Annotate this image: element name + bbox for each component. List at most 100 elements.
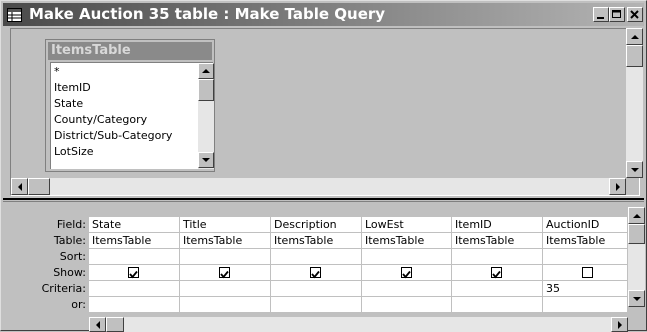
show-checkbox[interactable]	[219, 267, 230, 279]
window-title: Make Auction 35 table : Make Table Query	[29, 5, 386, 23]
grid-hscroll[interactable]	[89, 317, 628, 332]
checkmark-icon	[129, 270, 138, 279]
show-cell[interactable]	[271, 265, 362, 281]
close-icon	[630, 10, 639, 19]
title-bar[interactable]: Make Auction 35 table : Make Table Query	[3, 3, 644, 26]
row-label-criteria: Criteria:	[41, 282, 86, 295]
field-list-scrollbar[interactable]	[198, 63, 214, 169]
criteria-cell[interactable]	[89, 281, 180, 297]
or-cell[interactable]	[271, 297, 362, 313]
field-list-item[interactable]: *	[54, 65, 60, 79]
field-list-item[interactable]: State	[54, 97, 83, 111]
scroll-thumb[interactable]	[628, 224, 645, 244]
or-cell[interactable]	[543, 297, 628, 313]
field-list-item[interactable]: LotSize	[54, 145, 94, 159]
field-cell[interactable]: LowEst	[362, 217, 452, 233]
scroll-thumb[interactable]	[626, 45, 643, 67]
checkmark-icon	[492, 270, 501, 279]
table-cell[interactable]: ItemsTable	[362, 233, 452, 249]
field-cell[interactable]: Description	[271, 217, 362, 233]
grid-vscroll[interactable]	[628, 207, 645, 307]
query-window: Make Auction 35 table : Make Table Query…	[0, 0, 647, 332]
field-list-box[interactable]: * ItemID State County/Category District/…	[50, 62, 214, 169]
field-list-title[interactable]: ItemsTable	[48, 42, 212, 60]
show-cell[interactable]	[362, 265, 452, 281]
scroll-up-button[interactable]	[626, 28, 643, 45]
sort-cell[interactable]	[89, 249, 180, 265]
arrow-up-icon	[631, 35, 639, 39]
criteria-cell[interactable]	[362, 281, 452, 297]
table-cell[interactable]: ItemsTable	[452, 233, 543, 249]
row-label-sort: Sort:	[59, 250, 86, 263]
field-list-scroll-thumb[interactable]	[198, 79, 214, 101]
query-icon	[7, 7, 22, 22]
close-button[interactable]	[627, 7, 643, 22]
field-list-item[interactable]: ItemID	[54, 81, 91, 95]
row-label-or: or:	[71, 298, 86, 311]
table-cell[interactable]: ItemsTable	[543, 233, 628, 249]
field-list-item[interactable]: District/Sub-Category	[54, 129, 172, 143]
table-cell[interactable]: ItemsTable	[89, 233, 180, 249]
arrow-right-icon	[618, 321, 622, 329]
show-checkbox[interactable]	[491, 267, 502, 279]
arrow-right-icon	[616, 183, 620, 191]
scroll-right-button[interactable]	[611, 317, 628, 332]
checkmark-icon	[220, 270, 229, 279]
scroll-up-button[interactable]	[628, 207, 645, 224]
show-cell[interactable]	[89, 265, 180, 281]
maximize-button[interactable]	[609, 7, 625, 22]
minimize-icon	[597, 17, 604, 19]
scroll-left-button[interactable]	[11, 178, 28, 195]
arrow-down-icon	[202, 158, 210, 162]
field-list-item[interactable]: County/Category	[54, 113, 147, 127]
show-cell[interactable]	[543, 265, 628, 281]
scroll-thumb[interactable]	[106, 317, 124, 332]
table-cell[interactable]: ItemsTable	[271, 233, 362, 249]
field-cell[interactable]: AuctionID	[543, 217, 628, 233]
table-pane-hscroll[interactable]	[11, 178, 626, 195]
arrow-up-icon	[633, 214, 641, 218]
field-cell[interactable]: Title	[180, 217, 271, 233]
show-cell[interactable]	[180, 265, 271, 281]
criteria-cell[interactable]: 35	[543, 281, 628, 297]
scroll-down-button[interactable]	[626, 161, 643, 178]
checkmark-icon	[311, 270, 320, 279]
minimize-button[interactable]	[593, 7, 609, 22]
checkmark-icon	[402, 270, 411, 279]
scroll-right-button[interactable]	[609, 178, 626, 195]
or-cell[interactable]	[89, 297, 180, 313]
field-cell[interactable]: State	[89, 217, 180, 233]
arrow-up-icon	[202, 69, 210, 73]
scroll-thumb[interactable]	[28, 178, 50, 195]
pane-splitter[interactable]	[3, 198, 644, 204]
criteria-cell[interactable]	[271, 281, 362, 297]
arrow-left-icon	[96, 321, 100, 329]
criteria-cell[interactable]	[180, 281, 271, 297]
show-checkbox[interactable]	[310, 267, 321, 279]
field-list-itemstable[interactable]: ItemsTable * ItemID State County/Categor…	[45, 39, 215, 172]
maximize-icon	[612, 10, 621, 18]
table-cell[interactable]: ItemsTable	[180, 233, 271, 249]
field-cell[interactable]: ItemID	[452, 217, 543, 233]
table-pane-vscroll[interactable]	[626, 28, 643, 178]
arrow-down-icon	[633, 297, 641, 301]
row-label-show: Show:	[53, 266, 86, 279]
show-cell[interactable]	[452, 265, 543, 281]
or-cell[interactable]	[452, 297, 543, 313]
sort-cell[interactable]	[543, 249, 628, 265]
row-label-table: Table:	[53, 234, 86, 247]
sort-cell[interactable]	[271, 249, 362, 265]
criteria-cell[interactable]	[452, 281, 543, 297]
scroll-left-button[interactable]	[89, 317, 106, 332]
show-checkbox[interactable]	[128, 267, 139, 279]
scroll-down-button[interactable]	[628, 290, 645, 307]
or-cell[interactable]	[180, 297, 271, 313]
sort-cell[interactable]	[362, 249, 452, 265]
field-list-scroll-up-button[interactable]	[198, 63, 214, 79]
sort-cell[interactable]	[452, 249, 543, 265]
sort-cell[interactable]	[180, 249, 271, 265]
or-cell[interactable]	[362, 297, 452, 313]
field-list-scroll-down-button[interactable]	[198, 152, 214, 168]
show-checkbox[interactable]	[401, 267, 412, 279]
show-checkbox[interactable]	[582, 267, 593, 278]
